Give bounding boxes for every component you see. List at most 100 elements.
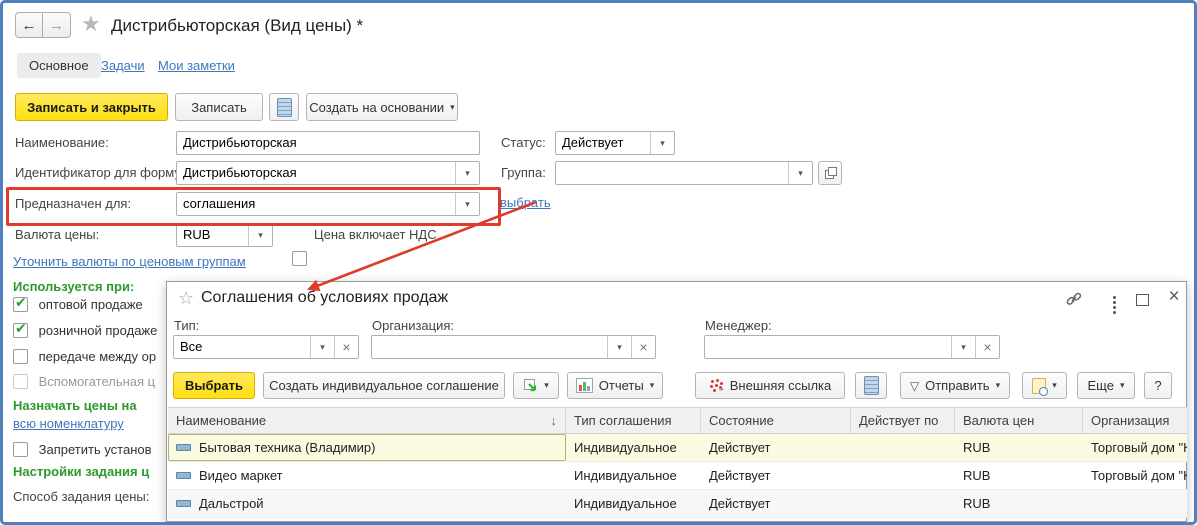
column-header-organization[interactable]: Организация: [1083, 408, 1187, 433]
dropdown-icon[interactable]: ▾: [248, 224, 272, 246]
save-button[interactable]: Записать: [175, 93, 263, 121]
refine-currencies-link[interactable]: Уточнить валюты по ценовым группам: [13, 254, 246, 269]
filter-type-label: Тип:: [174, 318, 200, 333]
cell-type: Индивидуальное: [574, 440, 677, 455]
retail-label: розничной продаже: [38, 323, 158, 339]
tab-my-notes[interactable]: Мои заметки: [158, 58, 235, 73]
dropdown-icon[interactable]: ▾: [788, 162, 812, 184]
clear-icon[interactable]: ×: [334, 336, 358, 358]
dropdown-icon[interactable]: ▾: [607, 336, 631, 358]
dialog-favorite-star-icon[interactable]: ☆: [178, 288, 194, 309]
name-input[interactable]: Дистрибьюторская: [176, 131, 480, 155]
status-select[interactable]: Действует ▾: [555, 131, 675, 155]
dropdown-icon[interactable]: ▾: [650, 132, 674, 154]
agreement-item-icon: [176, 500, 191, 507]
column-header-state-label: Состояние: [709, 413, 774, 428]
close-button[interactable]: ×: [1163, 286, 1185, 307]
column-header-type[interactable]: Тип соглашения: [566, 408, 701, 433]
dropdown-icon: ▾: [544, 380, 549, 390]
filter-manager-input[interactable]: ▾ ×: [704, 335, 1000, 359]
table-row[interactable]: Дальстрой Индивидуальное Действует RUB: [168, 490, 1187, 518]
status-value: Действует: [562, 135, 624, 150]
stack-icon: [863, 376, 879, 395]
identifier-value: Дистрибьюторская: [183, 165, 297, 180]
identifier-input[interactable]: Дистрибьюторская ▾: [176, 161, 480, 185]
reminder-button[interactable]: ▾: [1022, 372, 1067, 399]
report-icon: [575, 378, 593, 393]
all-nomenclature-link[interactable]: всю номенклатуру: [13, 416, 124, 431]
filter-organization-input[interactable]: ▾ ×: [371, 335, 656, 359]
agreement-item-icon: [176, 444, 191, 451]
transfer-label: передаче между ор: [38, 349, 157, 365]
group-input[interactable]: ▾: [555, 161, 813, 185]
reminder-note-icon: [1032, 377, 1049, 396]
create-based-on-label: Создать на основании: [309, 99, 445, 115]
send-button[interactable]: ▽ Отправить ▾: [900, 372, 1010, 399]
vat-checkbox[interactable]: [292, 251, 307, 267]
currency-select[interactable]: RUB ▾: [176, 223, 273, 247]
purpose-input[interactable]: соглашения ▾: [176, 192, 480, 216]
dropdown-icon: ▾: [1119, 380, 1125, 390]
external-link-label: Внешняя ссылка: [729, 378, 832, 393]
name-label: Наименование:: [15, 135, 109, 150]
check-icon: ✔: [15, 294, 27, 311]
send-label: Отправить: [925, 378, 990, 393]
identifier-label: Идентификатор для формул:: [15, 165, 192, 180]
group-open-button[interactable]: [818, 161, 842, 185]
register-records-button[interactable]: [269, 93, 299, 121]
cell-state: Действует: [709, 468, 771, 483]
purpose-select-link[interactable]: выбрать: [500, 195, 551, 210]
column-header-name[interactable]: Наименование ↓: [168, 408, 566, 433]
back-button[interactable]: ←: [15, 12, 43, 38]
cell-name: Видео маркет: [199, 468, 283, 483]
filter-type-input[interactable]: Все ▾ ×: [173, 335, 359, 359]
wholesale-checkbox[interactable]: ✔: [13, 294, 28, 313]
column-header-type-label: Тип соглашения: [574, 413, 672, 428]
column-header-currency[interactable]: Валюта цен: [955, 408, 1083, 433]
tab-tasks[interactable]: Задачи: [101, 58, 145, 73]
filter-type-value: Все: [180, 339, 203, 354]
clear-icon[interactable]: ×: [631, 336, 655, 358]
help-button[interactable]: ?: [1144, 372, 1172, 399]
dropdown-icon: ▾: [995, 380, 1001, 390]
dropdown-icon[interactable]: ▾: [455, 162, 479, 184]
cell-state: Действует: [709, 440, 771, 455]
purpose-value: соглашения: [183, 196, 256, 211]
create-individual-button[interactable]: Создать индивидуальное соглашение: [263, 372, 505, 399]
list-settings-button[interactable]: [855, 372, 887, 399]
used-for-section-title: Используется при:: [13, 279, 135, 294]
link-icon: [1066, 292, 1082, 305]
column-header-valid-until[interactable]: Действует по: [851, 408, 955, 433]
dropdown-icon[interactable]: ▾: [310, 336, 334, 358]
retail-checkbox[interactable]: ✔: [13, 320, 28, 339]
external-link-button[interactable]: ⚭ Внешняя ссылка: [695, 372, 845, 399]
create-based-on-button[interactable]: Создать на основании ▾: [306, 93, 458, 121]
save-close-button[interactable]: Записать и закрыть: [15, 93, 168, 121]
clear-icon[interactable]: ×: [975, 336, 999, 358]
get-link-button[interactable]: [1063, 290, 1085, 308]
assign-prices-title: Назначать цены на: [13, 398, 137, 413]
auxiliary-checkbox[interactable]: [13, 374, 28, 390]
favorite-star-icon[interactable]: ★: [81, 11, 101, 37]
table-row[interactable]: Бытовая техника (Владимир) Индивидуально…: [168, 434, 1187, 462]
dropdown-icon: ▾: [450, 101, 455, 112]
tab-main[interactable]: Основное: [17, 53, 101, 78]
dialog-title: Соглашения об условиях продаж: [201, 289, 449, 306]
dropdown-icon[interactable]: ▾: [951, 336, 975, 358]
maximize-button[interactable]: [1131, 291, 1153, 309]
forward-button[interactable]: →: [43, 12, 71, 38]
table-row[interactable]: Видео маркет Индивидуальное Действует RU…: [168, 462, 1187, 490]
column-header-state[interactable]: Состояние: [701, 408, 851, 433]
reports-button[interactable]: Отчеты ▾: [567, 372, 663, 399]
forbid-checkbox[interactable]: [13, 442, 28, 458]
copy-item-button[interactable]: ▾: [513, 372, 559, 399]
dropdown-icon[interactable]: ▾: [455, 193, 479, 215]
select-button[interactable]: Выбрать: [173, 372, 255, 399]
cell-currency: RUB: [963, 440, 991, 455]
transfer-checkbox[interactable]: [13, 349, 28, 365]
more-button[interactable]: Еще ▾: [1077, 372, 1135, 399]
copy-icon: [523, 378, 538, 393]
checkbox-retail: ✔ розничной продаже: [13, 320, 158, 339]
window-menu-button[interactable]: [1103, 293, 1125, 311]
close-icon: ×: [1168, 286, 1180, 307]
